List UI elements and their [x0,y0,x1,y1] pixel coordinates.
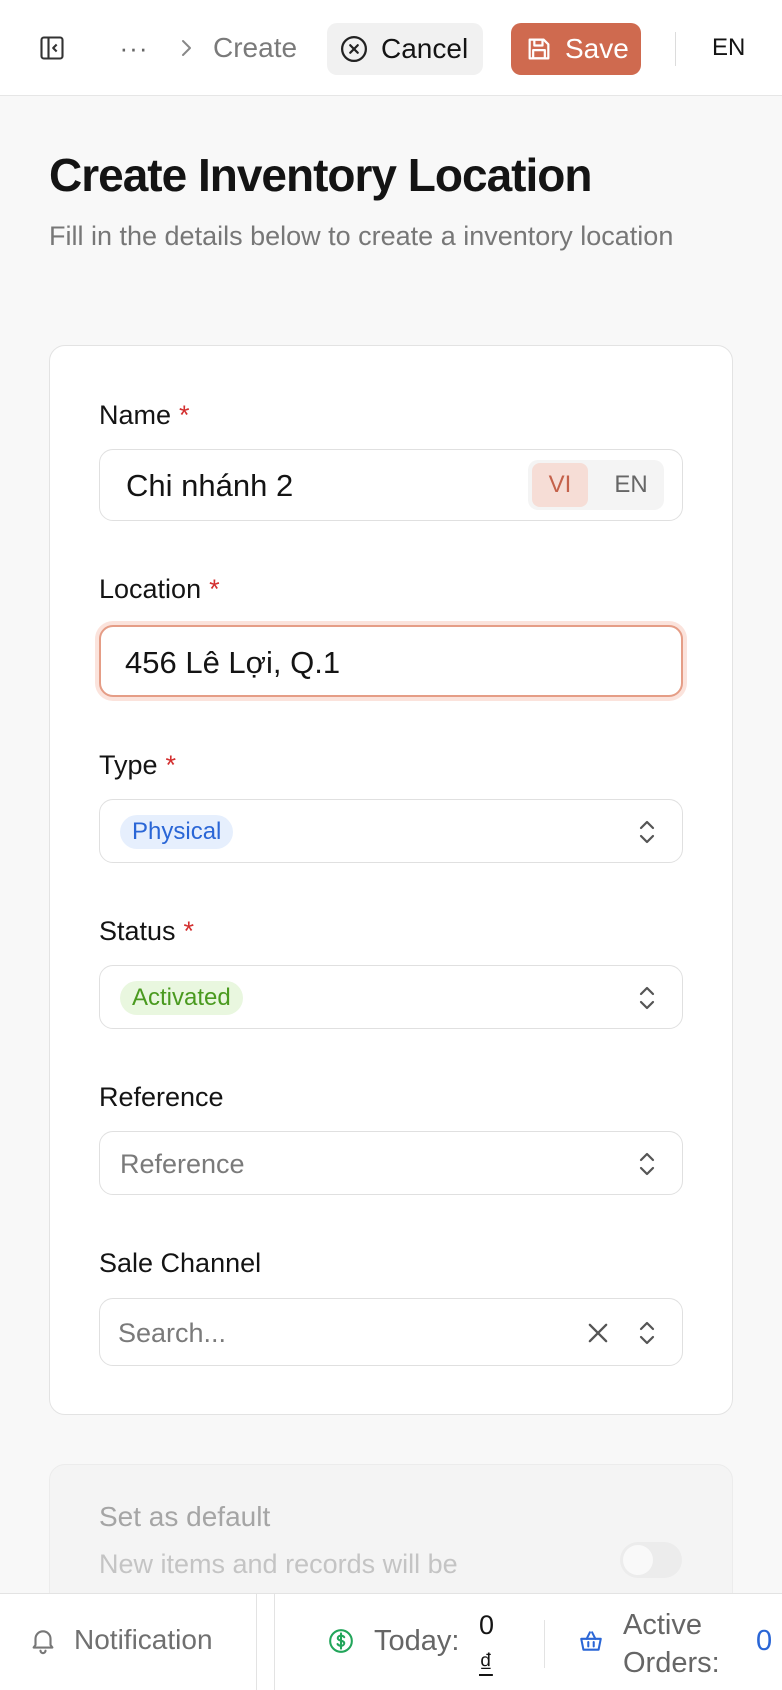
type-badge: Physical [120,815,234,849]
location-label: Location * [99,572,220,606]
today-amount: 0 [479,1610,495,1640]
sale-channel-label: Sale Channel [99,1248,262,1278]
toggle-knob [623,1545,653,1575]
language-switcher[interactable]: EN [712,32,745,64]
default-title: Set as default [99,1501,271,1532]
name-label-text: Name [99,400,172,430]
footer-divider [274,1594,275,1690]
sale-channel-search[interactable]: Search... [99,1298,683,1366]
breadcrumb-more-icon[interactable]: ··· [118,30,150,66]
breadcrumb-current: Create [213,32,298,63]
name-input[interactable]: Chi nhánh 2 VI EN [99,449,683,521]
type-label-text: Type [99,750,158,780]
lang-en-tab[interactable]: EN [606,463,656,507]
select-updown-icon [639,820,655,844]
dollar-circle-icon [329,1629,353,1653]
cancel-label: Cancel [381,33,469,64]
status-label-text: Status [99,916,176,946]
name-value: Chi nhánh 2 [126,468,294,503]
save-button[interactable]: Save [511,23,641,75]
select-updown-icon [639,1152,655,1176]
required-mark: * [183,916,195,946]
type-label: Type * [99,748,176,782]
lang-vi-tab[interactable]: VI [532,463,588,507]
status-footer: Notification Today: 0 ₫ Active Orders: 0 [0,1593,782,1690]
required-mark: * [179,400,190,430]
active-orders-label: Active Orders: [623,1609,720,1679]
save-icon [528,38,550,60]
status-badge: Activated [120,981,243,1015]
page-subtitle: Fill in the details below to create a in… [49,221,674,251]
breadcrumb-chevron-icon [176,34,196,62]
location-label-text: Location [99,574,202,604]
status-label: Status * [99,914,194,948]
today-value: 0 ₫ [479,1606,503,1682]
footer-divider [544,1620,545,1668]
clear-icon[interactable] [584,1319,612,1347]
reference-placeholder: Reference [120,1149,245,1179]
top-bar: ··· Create Cancel Save EN [0,0,782,96]
cancel-circle-icon [341,36,367,62]
bell-icon [32,1630,54,1655]
basket-icon [580,1631,602,1651]
notification-label: Notification [74,1624,213,1655]
location-input[interactable]: 456 Lê Lợi, Q.1 [99,625,683,697]
type-select[interactable]: Physical [99,799,683,863]
default-description: New items and records will be [99,1549,458,1579]
toolbar-divider [675,32,676,66]
sidebar-toggle-icon[interactable] [36,32,68,64]
select-updown-icon [639,986,655,1010]
today-currency: ₫ [479,1648,493,1678]
required-mark: * [165,750,177,780]
name-language-toggle: VI EN [528,460,664,510]
default-toggle[interactable] [620,1542,682,1578]
status-select[interactable]: Activated [99,965,683,1029]
location-value: 456 Lê Lợi, Q.1 [125,645,341,680]
name-label: Name * [99,398,190,432]
footer-divider [256,1594,257,1690]
sale-channel-placeholder: Search... [118,1318,227,1348]
reference-label: Reference [99,1082,224,1112]
reference-select[interactable]: Reference [99,1131,683,1195]
cancel-button[interactable]: Cancel [327,23,483,75]
active-orders-value[interactable]: 0 [756,1625,772,1658]
save-label: Save [565,33,629,64]
page-title: Create Inventory Location [49,149,592,201]
required-mark: * [209,574,220,604]
today-label: Today: [374,1625,460,1657]
notification-button[interactable]: Notification [28,1624,213,1656]
select-updown-icon[interactable] [636,1317,658,1349]
